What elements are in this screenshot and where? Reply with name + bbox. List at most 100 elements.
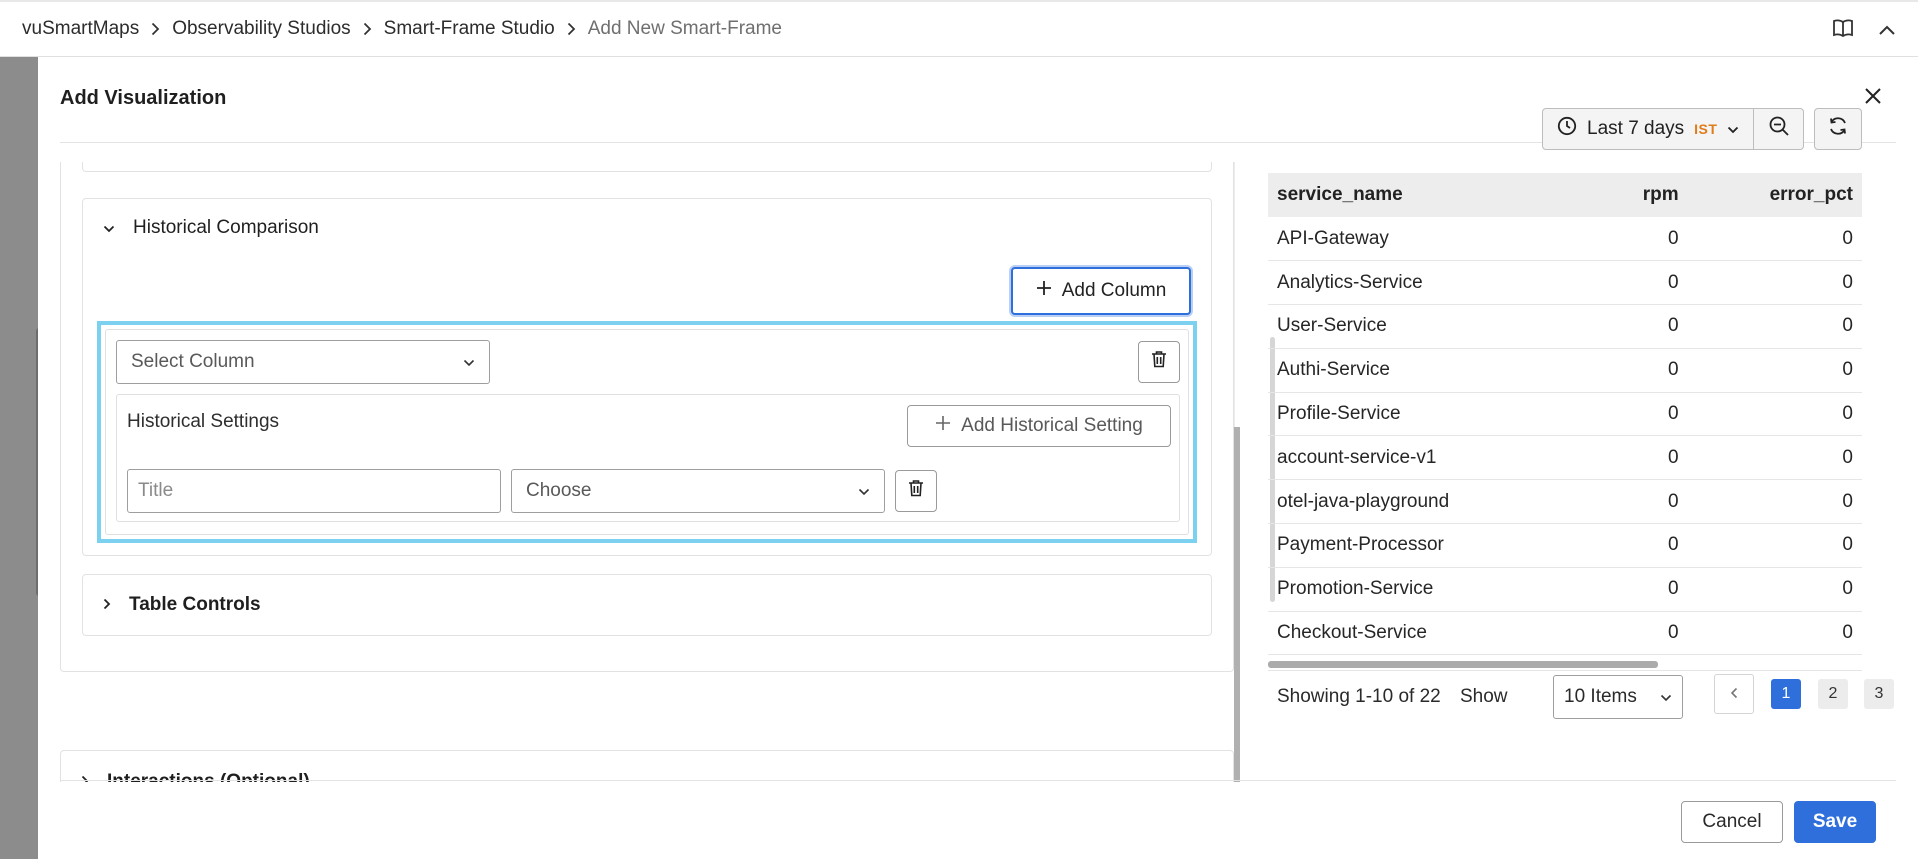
table-controls-header[interactable]: Table Controls bbox=[103, 594, 261, 616]
breadcrumb-current: Add New Smart-Frame bbox=[587, 18, 782, 39]
page-size-value: 10 Items bbox=[1564, 686, 1637, 707]
breadcrumb-chevron-icon bbox=[151, 22, 160, 36]
error-pct-cell: 0 bbox=[1687, 304, 1862, 349]
historical-comparison-card: Historical Comparison Add Column Select … bbox=[82, 198, 1212, 556]
trash-icon bbox=[1151, 350, 1167, 374]
service-name-cell: account-service-v1 bbox=[1268, 435, 1595, 481]
service-name-cell: Checkout-Service bbox=[1268, 611, 1595, 656]
table-controls-card: Table Controls bbox=[82, 574, 1212, 636]
select-column-placeholder: Select Column bbox=[131, 351, 255, 372]
selected-column-group: Select Column Historical Settings Add Hi… bbox=[97, 321, 1197, 543]
service-name-cell: Analytics-Service bbox=[1268, 260, 1595, 306]
page-size-label: Show bbox=[1460, 686, 1508, 707]
delete-historical-setting-button[interactable] bbox=[895, 470, 937, 512]
rpm-cell: 0 bbox=[1594, 304, 1688, 349]
add-historical-setting-button[interactable]: Add Historical Setting bbox=[907, 405, 1171, 447]
time-range-picker[interactable]: Last 7 days IST bbox=[1542, 108, 1755, 150]
add-column-button[interactable]: Add Column bbox=[1011, 267, 1191, 315]
table-horizontal-scrollbar[interactable] bbox=[1268, 661, 1658, 668]
book-icon[interactable] bbox=[1832, 18, 1854, 44]
service-name-cell: Authi-Service bbox=[1268, 348, 1595, 393]
refresh-button[interactable] bbox=[1814, 108, 1862, 150]
rpm-cell: 0 bbox=[1594, 523, 1688, 568]
interactions-card: Interactions (Optional) bbox=[60, 750, 1234, 782]
service-name-cell: User-Service bbox=[1268, 304, 1595, 349]
close-icon[interactable] bbox=[1864, 87, 1882, 111]
breadcrumb-chevron-icon bbox=[567, 22, 576, 36]
table-row: Promotion-Service 0 0 bbox=[1268, 567, 1862, 612]
refresh-icon bbox=[1827, 115, 1849, 143]
error-pct-cell: 0 bbox=[1687, 567, 1862, 612]
page-button-2[interactable]: 2 bbox=[1818, 679, 1848, 709]
table-row: Analytics-Service 0 0 bbox=[1268, 260, 1862, 306]
plus-icon bbox=[935, 415, 951, 437]
error-pct-cell: 0 bbox=[1687, 435, 1862, 481]
page-button-1[interactable]: 1 bbox=[1771, 679, 1801, 709]
chevron-down-icon bbox=[1727, 118, 1739, 140]
breadcrumb-observability-studios[interactable]: Observability Studios bbox=[172, 18, 350, 40]
rpm-cell: 0 bbox=[1594, 435, 1688, 481]
page-size-dropdown[interactable]: 10 Items bbox=[1553, 675, 1683, 719]
save-button[interactable]: Save bbox=[1794, 801, 1876, 843]
historical-comparison-header[interactable]: Historical Comparison bbox=[103, 217, 319, 239]
chevron-down-icon bbox=[1660, 686, 1672, 708]
add-historical-setting-label: Add Historical Setting bbox=[961, 415, 1143, 436]
preview-table: service_name rpm error_pct API-Gateway 0… bbox=[1268, 173, 1862, 656]
cancel-button[interactable]: Cancel bbox=[1681, 801, 1783, 843]
previous-section-card bbox=[82, 162, 1212, 172]
chevron-down-icon bbox=[858, 480, 870, 502]
breadcrumb-chevron-icon bbox=[363, 22, 372, 36]
service-name-cell: Payment-Processor bbox=[1268, 523, 1595, 568]
chevron-left-icon bbox=[1730, 683, 1738, 705]
delete-column-button[interactable] bbox=[1138, 341, 1180, 383]
table-row: Payment-Processor 0 0 bbox=[1268, 523, 1862, 568]
rpm-cell: 0 bbox=[1594, 567, 1688, 612]
rpm-cell: 0 bbox=[1594, 392, 1688, 437]
select-column-dropdown[interactable]: Select Column bbox=[116, 340, 490, 384]
column-header[interactable]: error_pct bbox=[1687, 173, 1862, 217]
column-header[interactable]: rpm bbox=[1594, 173, 1688, 217]
error-pct-cell: 0 bbox=[1687, 479, 1862, 525]
error-pct-cell: 0 bbox=[1687, 611, 1862, 656]
choose-dropdown[interactable]: Choose bbox=[511, 469, 885, 513]
error-pct-cell: 0 bbox=[1687, 260, 1862, 306]
chevron-right-icon bbox=[103, 594, 111, 616]
zoom-out-icon bbox=[1768, 115, 1790, 143]
timezone-badge: IST bbox=[1694, 121, 1718, 137]
rpm-cell: 0 bbox=[1594, 479, 1688, 525]
table-row: User-Service 0 0 bbox=[1268, 304, 1862, 349]
pagination-divider bbox=[1268, 670, 1862, 671]
plus-icon bbox=[1036, 280, 1052, 302]
historical-comparison-title: Historical Comparison bbox=[133, 217, 319, 238]
zoom-out-button[interactable] bbox=[1754, 108, 1805, 150]
page-button-3[interactable]: 3 bbox=[1864, 679, 1894, 709]
error-pct-cell: 0 bbox=[1687, 523, 1862, 568]
top-bar: vuSmartMaps Observability Studios Smart-… bbox=[0, 0, 1918, 57]
breadcrumb-vusmartmaps[interactable]: vuSmartMaps bbox=[22, 18, 139, 40]
time-range-group: Last 7 days IST bbox=[1542, 108, 1805, 150]
config-panel: Historical Comparison Add Column Select … bbox=[60, 162, 1234, 782]
table-row: API-Gateway 0 0 bbox=[1268, 217, 1862, 262]
service-name-cell: Profile-Service bbox=[1268, 392, 1595, 437]
choose-placeholder: Choose bbox=[526, 480, 592, 501]
error-pct-cell: 0 bbox=[1687, 217, 1862, 262]
breadcrumb-smart-frame-studio[interactable]: Smart-Frame Studio bbox=[384, 18, 555, 40]
cancel-label: Cancel bbox=[1702, 811, 1762, 832]
service-name-cell: API-Gateway bbox=[1268, 217, 1595, 262]
table-row: Profile-Service 0 0 bbox=[1268, 392, 1862, 437]
error-pct-cell: 0 bbox=[1687, 392, 1862, 437]
previous-page-button[interactable] bbox=[1714, 674, 1754, 714]
historical-settings-card: Historical Settings Add Historical Setti… bbox=[116, 394, 1180, 522]
chevron-up-icon[interactable] bbox=[1878, 20, 1896, 42]
error-pct-cell: 0 bbox=[1687, 348, 1862, 393]
chevron-down-icon bbox=[463, 351, 475, 373]
table-header-row: service_name rpm error_pct bbox=[1268, 173, 1862, 217]
modal-backdrop bbox=[0, 57, 38, 859]
rpm-cell: 0 bbox=[1594, 611, 1688, 656]
rpm-cell: 0 bbox=[1594, 260, 1688, 306]
column-config-row: Select Column Historical Settings Add Hi… bbox=[105, 329, 1189, 535]
column-header[interactable]: service_name bbox=[1268, 173, 1595, 217]
title-input[interactable] bbox=[127, 469, 501, 513]
config-panel-scrollbar[interactable] bbox=[1234, 427, 1240, 782]
clock-icon bbox=[1557, 116, 1577, 142]
